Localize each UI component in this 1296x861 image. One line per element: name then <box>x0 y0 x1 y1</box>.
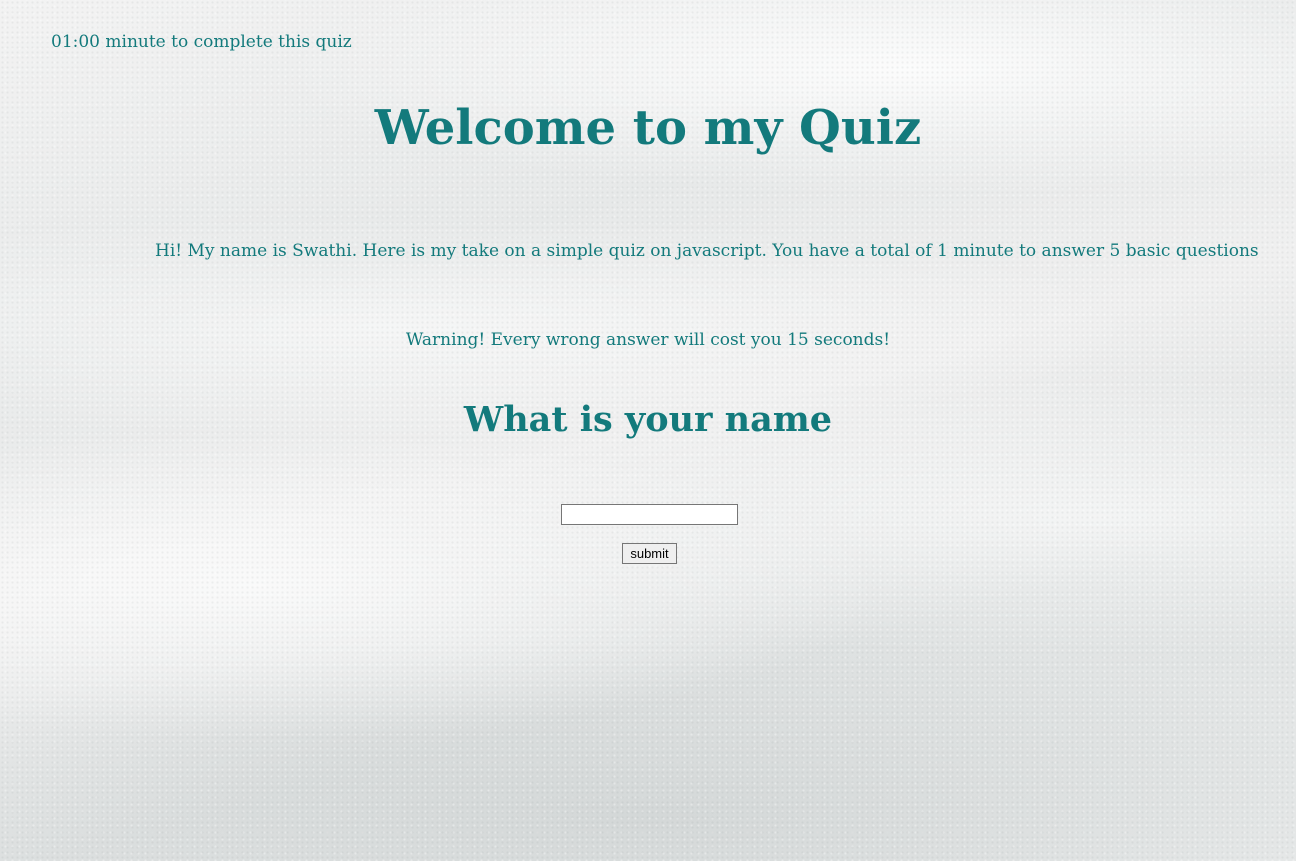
name-input[interactable] <box>561 504 738 525</box>
timer-text: 01:00 minute to complete this quiz <box>51 32 352 52</box>
intro-text: Hi! My name is Swathi. Here is my take o… <box>155 241 1259 261</box>
page-title: Welcome to my Quiz <box>374 100 922 156</box>
submit-button[interactable]: submit <box>622 543 677 564</box>
question-heading: What is your name <box>463 399 833 440</box>
warning-text: Warning! Every wrong answer will cost yo… <box>405 330 891 350</box>
